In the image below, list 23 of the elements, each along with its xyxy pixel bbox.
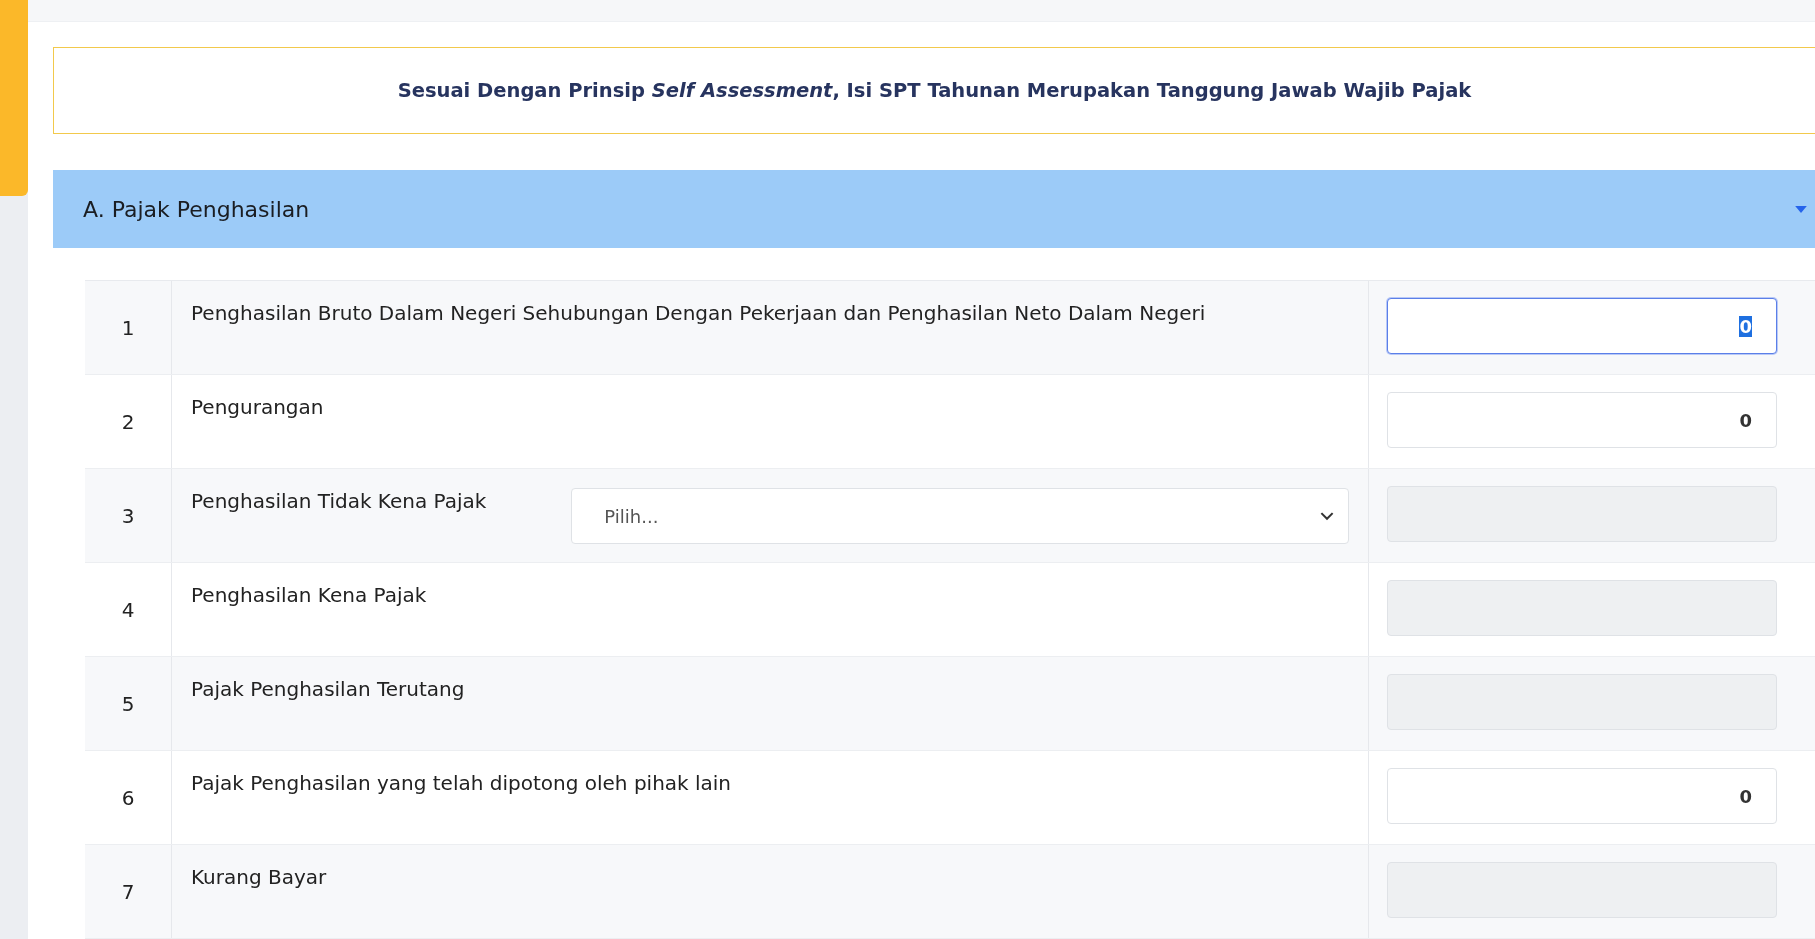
row-label: Penghasilan Bruto Dalam Negeri Sehubungan Dengan Pekerjaan dan Penghasilan Neto Dalam Negeri <box>191 300 1206 327</box>
section-title: A. Pajak Penghasilan <box>83 196 311 222</box>
row-number: 5 <box>85 657 172 750</box>
notice-text: Sesuai Dengan Prinsip Self Assessment, Isi SPT Tahunan Merupakan Tanggung Jawab Wajib Pajak <box>397 79 1472 103</box>
row-label: Penghasilan Tidak Kena Pajak <box>191 488 487 515</box>
select-field[interactable]: Pilih... <box>571 488 1349 544</box>
row-number: 4 <box>85 563 172 656</box>
input-field[interactable]: 0 <box>1387 298 1777 354</box>
section-header[interactable]: A. Pajak Penghasilan <box>53 170 1815 248</box>
row-number: 3 <box>85 469 172 562</box>
row-label: Pengurangan <box>191 394 324 421</box>
row-label: Pajak Penghasilan Terutang <box>191 676 465 703</box>
input-field[interactable]: 0 <box>1387 768 1777 824</box>
row-label: Penghasilan Kena Pajak <box>191 582 427 609</box>
row-number: 6 <box>85 751 172 844</box>
row-number: 7 <box>85 845 172 938</box>
row-label: Kurang Bayar <box>191 864 327 891</box>
row-number: 1 <box>85 281 172 374</box>
row-label: Pajak Penghasilan yang telah dipotong oleh pihak lain <box>191 770 732 797</box>
input-field[interactable]: 0 <box>1387 392 1777 448</box>
chevron-down-icon <box>1320 511 1334 521</box>
row-number: 2 <box>85 375 172 468</box>
caret-icon[interactable] <box>1795 205 1807 213</box>
